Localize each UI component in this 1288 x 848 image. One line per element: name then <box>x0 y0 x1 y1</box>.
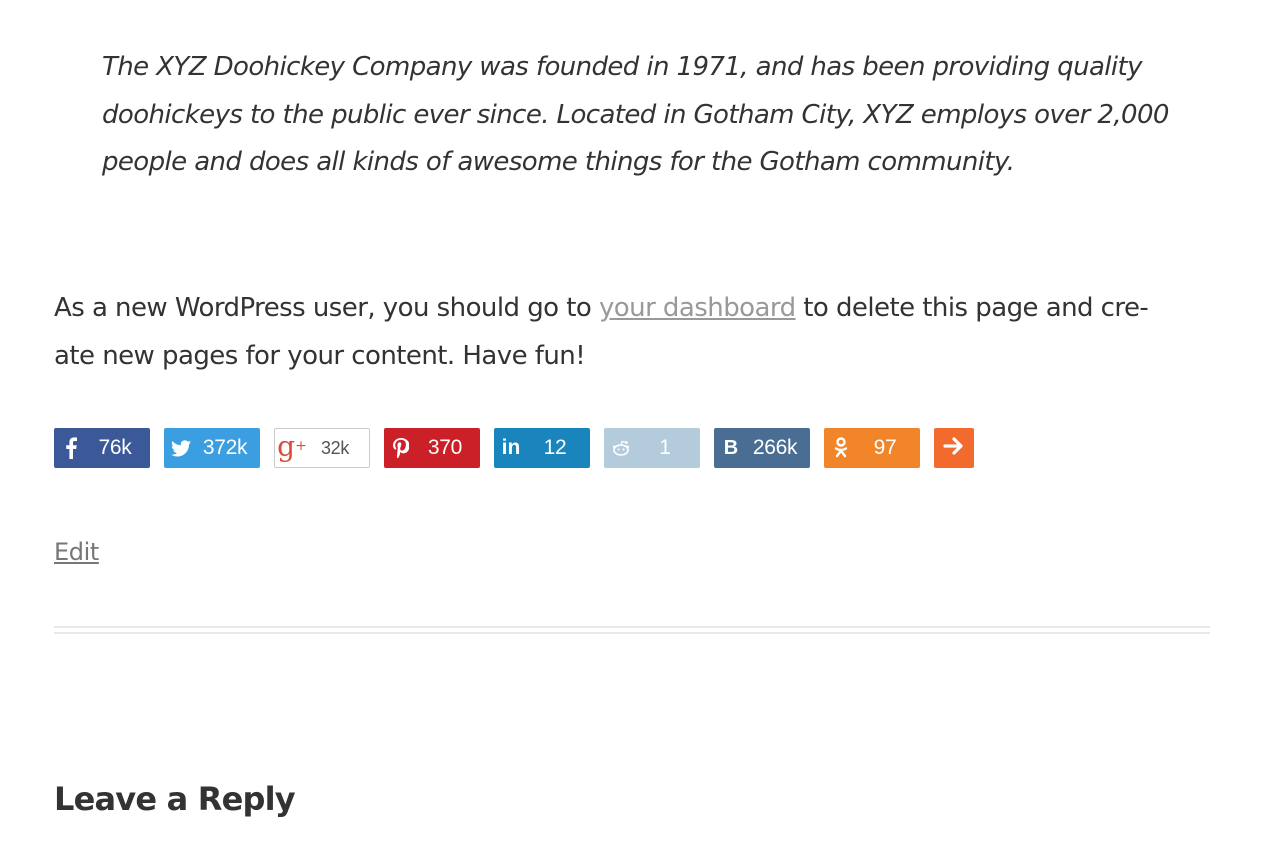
google-plus-icon: g + <box>277 429 307 463</box>
more-share-options-button[interactable] <box>934 428 974 468</box>
facebook-share-button[interactable]: 76k <box>54 428 150 468</box>
pinterest-icon <box>384 438 418 458</box>
reddit-share-count: 1 <box>659 436 671 459</box>
section-divider <box>54 626 1210 634</box>
quote-line: The XYZ Doohickey Company was founded in… <box>102 52 1143 82</box>
pinterest-share-count: 370 <box>427 436 463 459</box>
facebook-icon <box>54 437 88 459</box>
pinterest-share-button[interactable]: 370 <box>384 428 480 468</box>
odnoklassniki-icon <box>824 437 858 459</box>
twitter-share-button[interactable]: 372k <box>164 428 260 468</box>
company-quote: The XYZ Doohickey Company was founded in… <box>102 44 1182 187</box>
edit-link[interactable]: Edit <box>54 538 99 566</box>
quote-line: people and does all kinds of awesome thi… <box>102 147 1015 177</box>
intro-text-before: As a new WordPress user, you should go t… <box>54 293 599 323</box>
twitter-icon <box>164 439 198 457</box>
dashboard-link[interactable]: your dashboard <box>599 293 796 323</box>
intro-text-line2: ate new pages for your content. Have fun… <box>54 341 586 371</box>
linkedin-share-button[interactable]: in 12 <box>494 428 590 468</box>
odnoklassniki-share-count: 97 <box>873 436 897 459</box>
linkedin-share-count: 12 <box>543 436 567 459</box>
vk-share-button[interactable]: B 266k <box>714 428 810 468</box>
arrow-right-icon <box>943 436 965 461</box>
facebook-share-count: 76k <box>98 436 132 459</box>
google-plus-share-button[interactable]: g + 32k <box>274 428 370 468</box>
reddit-share-button[interactable]: 1 <box>604 428 700 468</box>
intro-text-after: to delete this page and cre- <box>795 293 1149 323</box>
share-bar: 76k 372k g + 32k 370 in 12 1 B 266k 97 <box>54 428 974 468</box>
vk-share-count: 266k <box>752 436 798 459</box>
quote-line: doohickeys to the public ever since. Loc… <box>102 99 1169 130</box>
reddit-icon <box>604 440 638 456</box>
google-plus-share-count: 32k <box>320 437 350 458</box>
linkedin-icon: in <box>501 436 521 459</box>
intro-paragraph: As a new WordPress user, you should go t… <box>54 284 1214 380</box>
vk-icon: B <box>723 436 739 459</box>
leave-reply-heading: Leave a Reply <box>54 780 296 818</box>
odnoklassniki-share-button[interactable]: 97 <box>824 428 920 468</box>
twitter-share-count: 372k <box>202 436 248 459</box>
